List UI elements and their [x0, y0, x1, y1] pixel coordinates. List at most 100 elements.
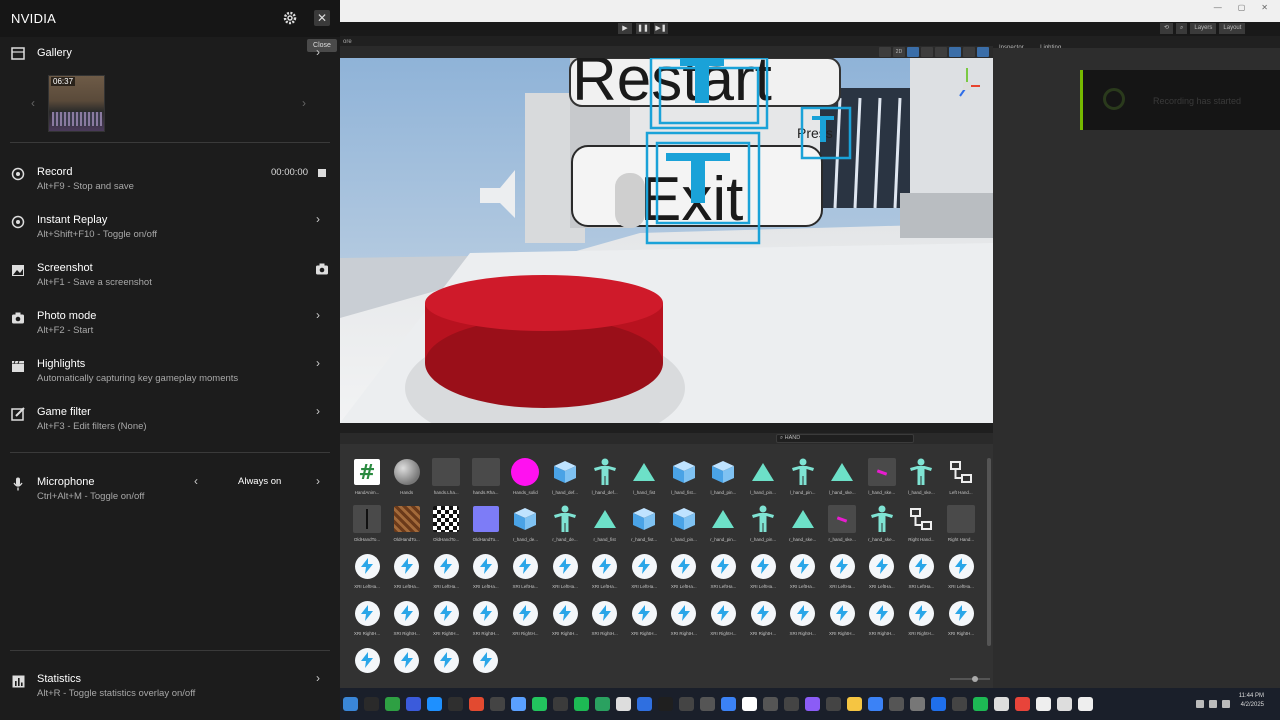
asset-item[interactable]: l_hand_ske...	[902, 458, 940, 504]
asset-item[interactable]: r_hand_de...	[506, 505, 544, 551]
asset-item[interactable]: l_hand_def...	[586, 458, 624, 504]
stop-icon[interactable]	[318, 169, 326, 177]
asset-item[interactable]: XRI RightH...	[625, 599, 663, 645]
asset-item[interactable]: XRI RightH...	[506, 599, 544, 645]
tray-icon[interactable]	[1222, 700, 1230, 708]
asset-item[interactable]: r_hand_fist	[586, 505, 624, 551]
asset-item[interactable]: XRI LeftHa...	[348, 552, 386, 598]
asset-item[interactable]: XRI RightH...	[665, 599, 703, 645]
asset-item[interactable]: XRI LeftHa...	[546, 552, 584, 598]
asset-item[interactable]: Hands	[388, 458, 426, 504]
taskbar-app-icon[interactable]	[385, 697, 400, 711]
asset-item[interactable]: XRI LeftHa...	[863, 552, 901, 598]
tray-icon[interactable]	[1196, 700, 1204, 708]
asset-item[interactable]: XRI LeftHa...	[823, 552, 861, 598]
asset-item[interactable]	[427, 646, 465, 692]
asset-item[interactable]: Left Hand...	[942, 458, 980, 504]
maximize-icon[interactable]: ▢	[1238, 3, 1246, 12]
search-toolbar-icon[interactable]: ⌕	[1176, 23, 1188, 34]
asset-item[interactable]: XRI LeftHa...	[427, 552, 465, 598]
taskbar-app-icon[interactable]	[1057, 697, 1072, 711]
audio-toggle[interactable]	[921, 47, 933, 57]
play-icon[interactable]: ▶	[618, 23, 632, 34]
taskbar-app-icon[interactable]	[910, 697, 925, 711]
gallery-label[interactable]: Gallery	[37, 47, 72, 59]
taskbar-app-icon[interactable]	[1078, 697, 1093, 711]
taskbar-app-icon[interactable]	[658, 697, 673, 711]
asset-item[interactable]: XRI RightH...	[348, 599, 386, 645]
asset-item[interactable]: Right Hand...	[942, 505, 980, 551]
taskbar-app-icon[interactable]	[553, 697, 568, 711]
photo-mode-item[interactable]: Photo mode Alt+F2 - Start ›	[0, 306, 340, 350]
fx-toggle[interactable]	[935, 47, 947, 57]
gallery-chevron-icon[interactable]: ›	[316, 45, 320, 59]
chevron-right-icon[interactable]: ›	[302, 96, 306, 110]
instant-replay-item[interactable]: Instant Replay Alt+Shift+F10 - Toggle on…	[0, 210, 340, 254]
gizmos-button[interactable]	[977, 47, 989, 57]
asset-item[interactable]: l_hand_ske...	[863, 458, 901, 504]
asset-item[interactable]: r_hand_ske...	[863, 505, 901, 551]
taskbar-app-icon[interactable]	[868, 697, 883, 711]
tray-icon[interactable]	[1209, 700, 1217, 708]
taskbar-app-icon[interactable]	[364, 697, 379, 711]
asset-item[interactable]: OldHandTo...	[427, 505, 465, 551]
taskbar-app-icon[interactable]	[931, 697, 946, 711]
asset-item[interactable]: l_hand_fist	[625, 458, 663, 504]
taskbar-app-icon[interactable]	[742, 697, 757, 711]
taskbar-app-icon[interactable]	[805, 697, 820, 711]
lighting-toggle[interactable]	[907, 47, 919, 57]
asset-item[interactable]: XRI RightH...	[546, 599, 584, 645]
taskbar-app-icon[interactable]	[994, 697, 1009, 711]
step-icon[interactable]: ▶❚	[654, 23, 668, 34]
asset-item[interactable]: l_hand_ske...	[823, 458, 861, 504]
asset-item[interactable]: Hands_solid	[506, 458, 544, 504]
asset-item[interactable]: XRI LeftHa...	[902, 552, 940, 598]
asset-item[interactable]: XRI LeftHa...	[704, 552, 742, 598]
gallery-thumbnail[interactable]: 06:37	[48, 75, 105, 132]
asset-item[interactable]	[348, 646, 386, 692]
taskbar-app-icon[interactable]	[826, 697, 841, 711]
chevron-right-icon[interactable]: ›	[316, 474, 320, 488]
asset-item[interactable]: hands.Lha...	[427, 458, 465, 504]
visibility-toggle[interactable]	[949, 47, 961, 57]
taskbar-app-icon[interactable]	[763, 697, 778, 711]
asset-item[interactable]: XRI LeftHa...	[942, 552, 980, 598]
taskbar-app-icon[interactable]	[973, 697, 988, 711]
asset-item[interactable]: XRI LeftHa...	[586, 552, 624, 598]
taskbar-app-icon[interactable]	[511, 697, 526, 711]
asset-item[interactable]: Right Hand...	[902, 505, 940, 551]
asset-item[interactable]: XRI LeftHa...	[784, 552, 822, 598]
asset-item[interactable]: XRI LeftHa...	[467, 552, 505, 598]
clock[interactable]: 11:44 PM 4/2/2025	[1239, 692, 1264, 710]
chevron-left-icon[interactable]: ‹	[31, 96, 35, 110]
layers-dropdown[interactable]: Layers	[1190, 23, 1217, 34]
asset-item[interactable]: hands.Rha...	[467, 458, 505, 504]
taskbar-app-icon[interactable]	[1036, 697, 1051, 711]
thumbnail-size-slider[interactable]	[950, 676, 990, 682]
asset-item[interactable]: l_hand_pin...	[784, 458, 822, 504]
asset-item[interactable]: OldHandTo...	[388, 505, 426, 551]
history-icon[interactable]: ⟲	[1160, 23, 1174, 34]
asset-item[interactable]: XRI RightH...	[863, 599, 901, 645]
asset-item[interactable]: XRI LeftHa...	[388, 552, 426, 598]
asset-item[interactable]: r_hand_pin...	[704, 505, 742, 551]
taskbar-app-icon[interactable]	[721, 697, 736, 711]
asset-item[interactable]: XRI LeftHa...	[665, 552, 703, 598]
asset-item[interactable]: l_hand_pin...	[744, 458, 782, 504]
taskbar-app-icon[interactable]	[469, 697, 484, 711]
asset-item[interactable]: # HandAnim...	[348, 458, 386, 504]
minimize-icon[interactable]: —	[1214, 3, 1222, 12]
asset-item[interactable]: XRI RightH...	[467, 599, 505, 645]
taskbar-app-icon[interactable]	[889, 697, 904, 711]
project-search-input[interactable]: ⌕ HAND	[776, 434, 914, 443]
pause-icon[interactable]: ❚❚	[636, 23, 650, 34]
taskbar-app-icon[interactable]	[406, 697, 421, 711]
asset-item[interactable]: r_hand_pin...	[744, 505, 782, 551]
taskbar-app-icon[interactable]	[343, 697, 358, 711]
taskbar-app-icon[interactable]	[448, 697, 463, 711]
taskbar-app-icon[interactable]	[847, 697, 862, 711]
screenshot-item[interactable]: Screenshot Alt+F1 - Save a screenshot	[0, 258, 340, 302]
scene-view[interactable]: Restart Exit Press	[340, 58, 993, 423]
asset-item[interactable]: XRI RightH...	[744, 599, 782, 645]
taskbar-app-icon[interactable]	[616, 697, 631, 711]
